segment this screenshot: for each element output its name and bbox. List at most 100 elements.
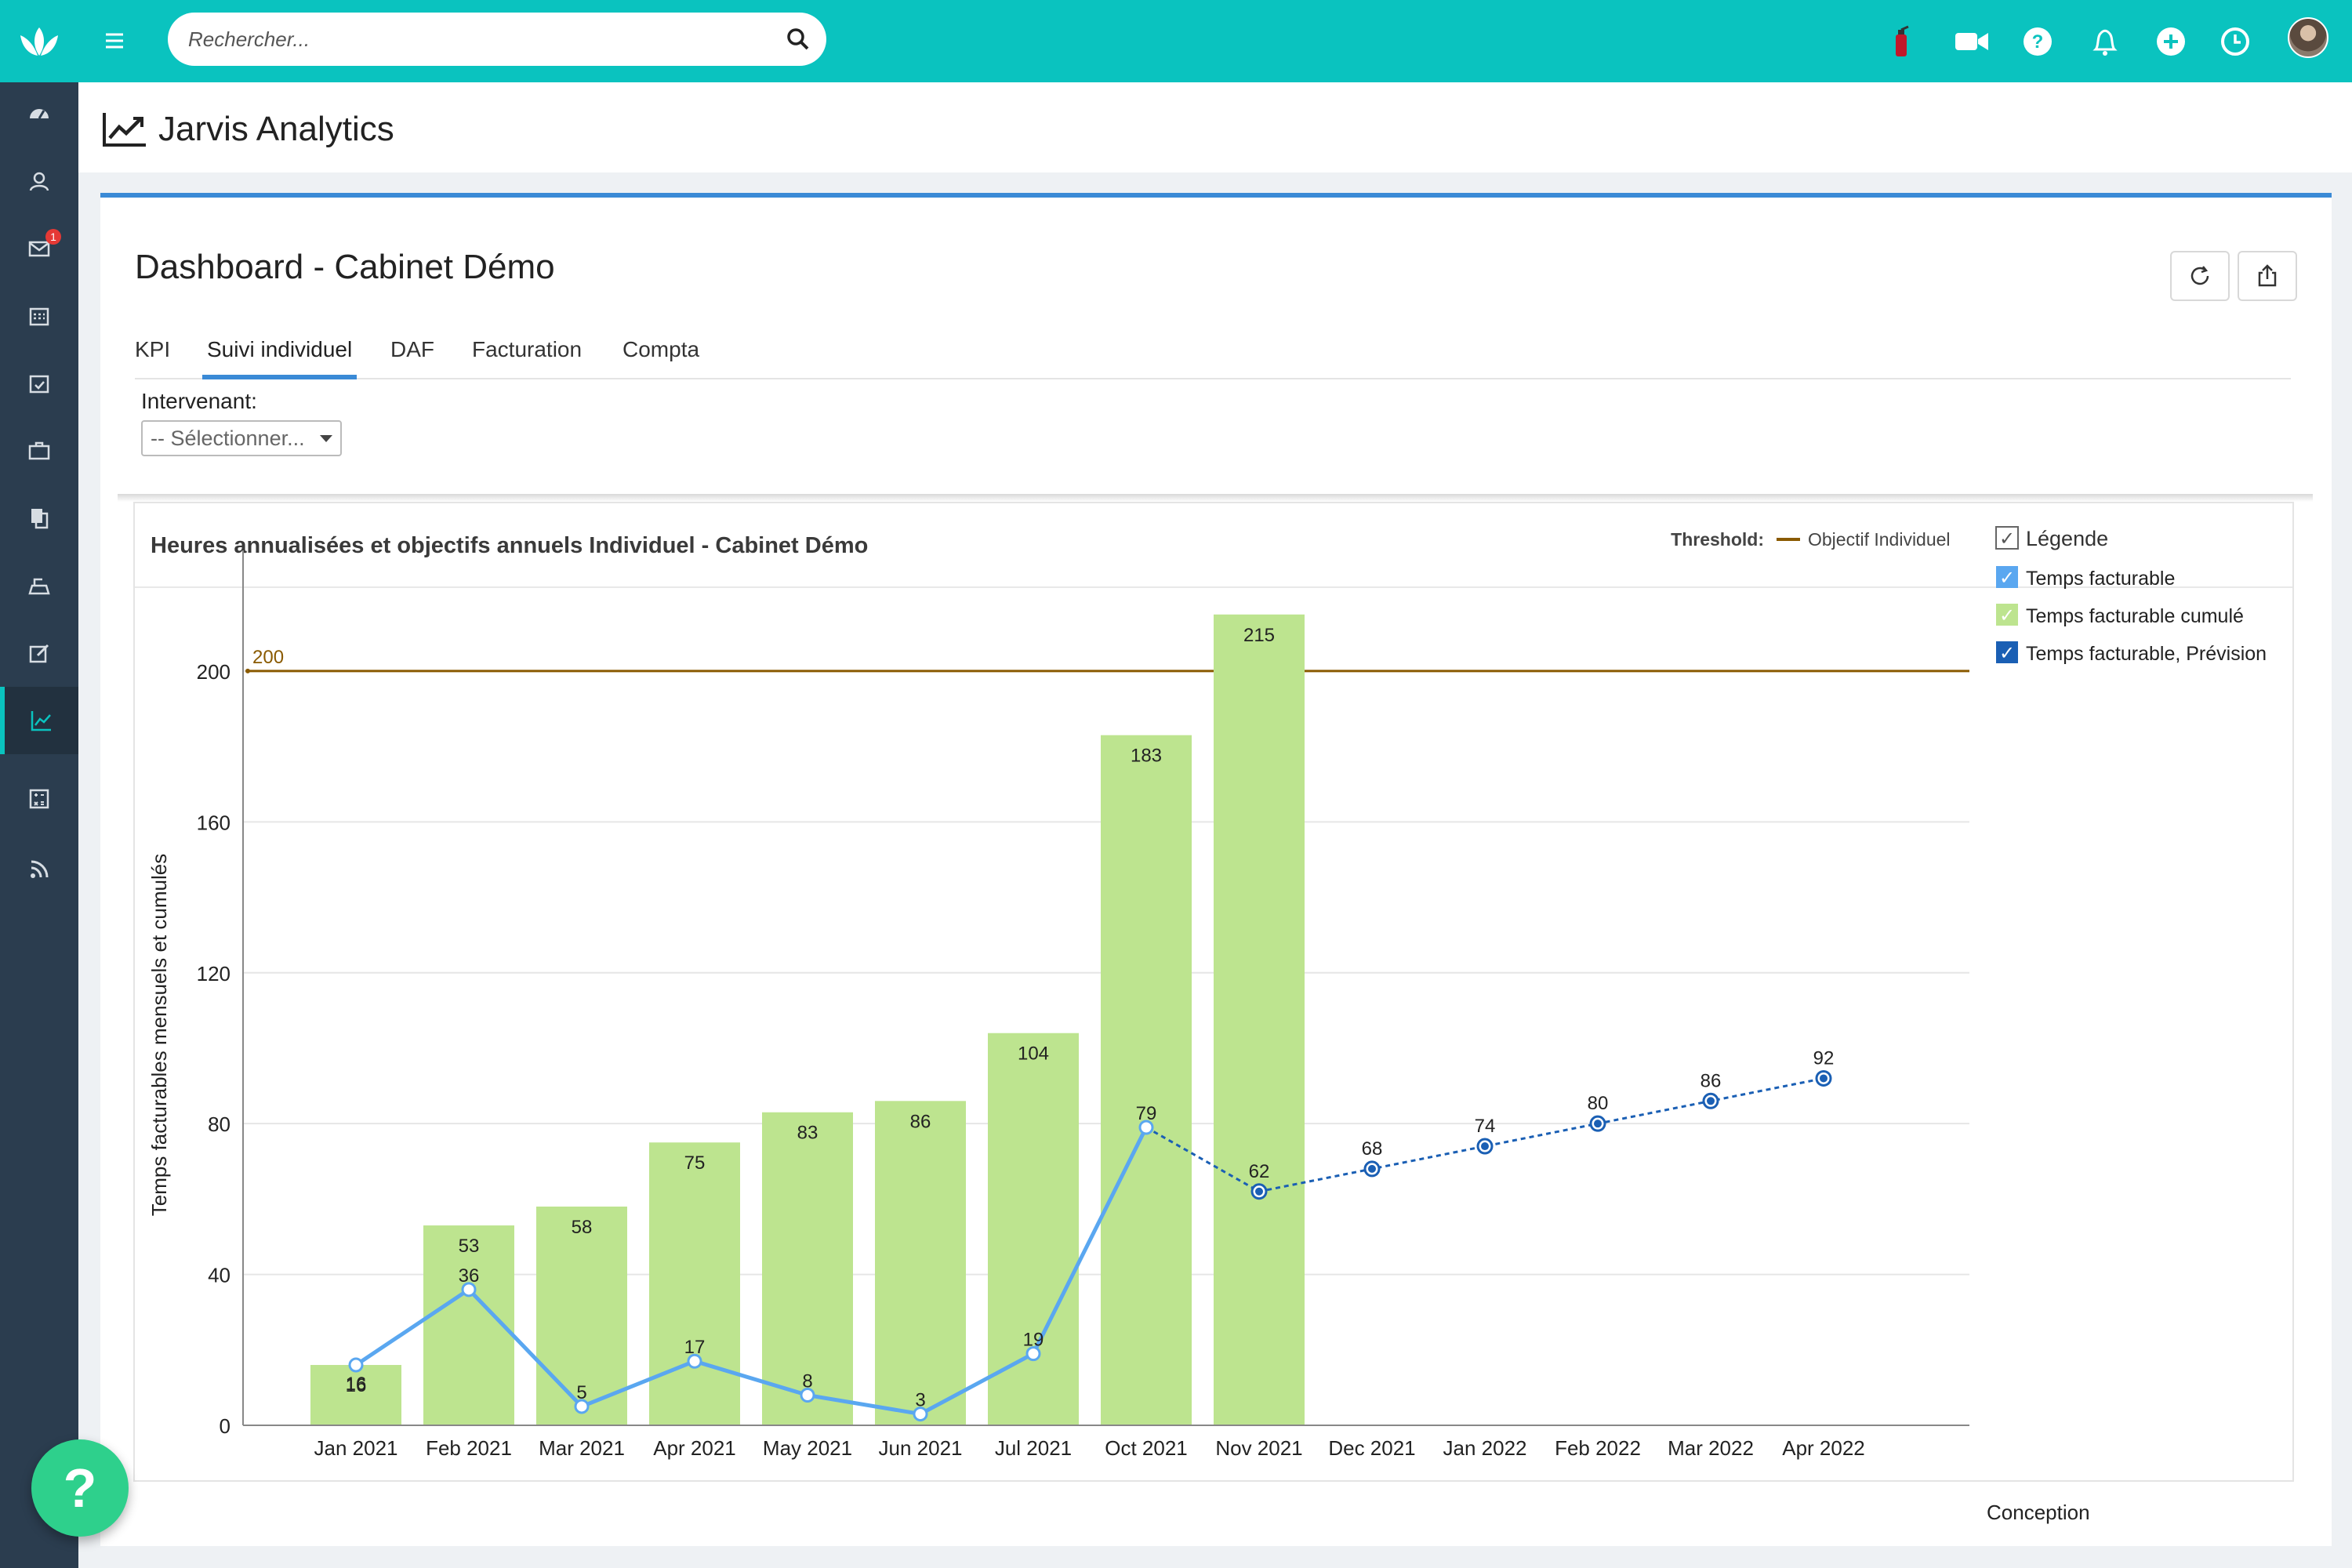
bar-value-label: 75 (684, 1152, 706, 1174)
point-value-label: 79 (1136, 1103, 1157, 1124)
legend-item-label: Temps facturable cumulé (2026, 605, 2244, 627)
refresh-icon (2190, 266, 2209, 285)
sidebar-item-contacts[interactable] (0, 147, 78, 215)
dashboard-title: Dashboard - Cabinet Démo (135, 248, 555, 286)
tab-suivi-individuel[interactable]: Suivi individuel (202, 325, 358, 379)
page-header: Jarvis Analytics (78, 82, 2352, 172)
chart-line-icon (103, 113, 146, 147)
x-tick-label: Oct 2021 (1105, 1436, 1188, 1460)
sidebar-item-billing[interactable] (0, 552, 78, 619)
add-button[interactable] (2151, 22, 2190, 61)
x-tick-label: Mar 2021 (539, 1436, 625, 1460)
forecast-point (1820, 1074, 1828, 1083)
fire-extinguisher-icon (1896, 25, 1909, 56)
intervenant-select[interactable]: -- Sélectionner... (141, 420, 342, 456)
calculator-icon (29, 789, 49, 809)
top-bar: ? (78, 0, 2352, 82)
forecast-value-label: 86 (1700, 1070, 1722, 1091)
x-tick-label: Dec 2021 (1328, 1436, 1415, 1460)
x-tick-label: May 2021 (763, 1436, 852, 1460)
intervenant-label: Intervenant: (141, 389, 257, 413)
section-divider (118, 494, 2313, 502)
share-export-icon (2258, 264, 2277, 287)
chevron-down-icon (320, 435, 332, 442)
forecast-point (1255, 1187, 1263, 1196)
bar-value-label: 86 (910, 1111, 931, 1132)
briefcase-icon (28, 441, 50, 460)
tab-compta[interactable]: Compta (622, 325, 699, 379)
forecast-point (1707, 1097, 1715, 1105)
bar-value-label: 183 (1131, 746, 1162, 767)
notifications-button[interactable] (2085, 22, 2125, 61)
point-value-label: 36 (459, 1265, 480, 1287)
point-value-label: 19 (1023, 1330, 1044, 1351)
forecast-value-label: 92 (1813, 1047, 1835, 1069)
forecast-point (1481, 1142, 1489, 1151)
chart-panel: Heures annualisées et objectifs annuels … (133, 502, 2294, 1482)
export-button[interactable] (2238, 251, 2297, 301)
search-icon[interactable] (784, 25, 812, 53)
edit-icon (29, 644, 49, 663)
check-icon: ✓ (1999, 528, 2015, 550)
help-fab-button[interactable]: ? (31, 1439, 129, 1537)
tab-facturation[interactable]: Facturation (472, 325, 582, 379)
sidebar-item-edit[interactable] (0, 619, 78, 687)
bar-value-label: 58 (572, 1217, 593, 1238)
sidebar-item-calendar[interactable] (0, 282, 78, 350)
y-axis-title: Temps facturables mensuels et cumulés (147, 854, 171, 1216)
search-input[interactable] (188, 13, 768, 66)
help-button[interactable]: ? (2018, 22, 2057, 61)
conception-label: Conception (1987, 1501, 2090, 1524)
sidebar-item-calculator[interactable] (0, 765, 78, 833)
bar-value-label: 215 (1243, 625, 1275, 646)
y-tick-label: 0 (220, 1414, 230, 1438)
y-tick-label: 40 (208, 1264, 230, 1287)
sidebar-item-feed[interactable] (0, 836, 78, 903)
sidebar-item-dashboard[interactable] (0, 80, 78, 147)
intervenant-select-value: -- Sélectionner... (151, 426, 305, 450)
search-box (168, 13, 826, 66)
forecast-value-label: 80 (1588, 1093, 1609, 1114)
sidebar-item-messages[interactable]: 1 (0, 215, 78, 282)
x-tick-label: Jun 2021 (879, 1436, 963, 1460)
data-point (348, 1357, 364, 1373)
app-logo[interactable] (0, 0, 78, 82)
point-value-label: 5 (576, 1382, 586, 1403)
fire-extinguisher-button[interactable] (1882, 22, 1921, 61)
x-tick-label: Nov 2021 (1215, 1436, 1302, 1460)
unread-badge: 1 (45, 229, 61, 245)
legend-item-label: Temps facturable (2026, 568, 2175, 590)
avatar[interactable] (2288, 17, 2328, 58)
point-value-label: 3 (915, 1390, 925, 1411)
y-tick-label: 80 (208, 1112, 230, 1136)
threshold-legend-label: Threshold: (1671, 529, 1764, 550)
time-tracker-button[interactable] (2216, 22, 2255, 61)
x-tick-label: Jul 2021 (995, 1436, 1072, 1460)
video-call-button[interactable] (1952, 22, 1991, 61)
tab-daf[interactable]: DAF (390, 325, 434, 379)
tab-kpi[interactable]: KPI (135, 325, 170, 379)
sidebar-item-cases[interactable] (0, 417, 78, 485)
check-icon: ✓ (1999, 568, 2015, 589)
page-title: Jarvis Analytics (102, 106, 394, 153)
x-tick-label: Jan 2021 (314, 1436, 398, 1460)
y-tick-label: 120 (197, 962, 230, 985)
check-icon: ✓ (1999, 605, 2015, 626)
calendar-icon (29, 307, 49, 326)
sidebar-item-documents[interactable] (0, 485, 78, 552)
app-title: Jarvis Analytics (158, 110, 394, 148)
point-value-label: 16 (346, 1374, 367, 1395)
clock-icon (2221, 27, 2249, 56)
check-icon: ✓ (1999, 643, 2015, 664)
legend-title: Légende (2026, 527, 2108, 550)
menu-toggle-button[interactable] (99, 25, 130, 56)
bar (988, 1033, 1079, 1425)
bar (1214, 614, 1305, 1425)
refresh-button[interactable] (2170, 251, 2230, 301)
y-tick-label: 200 (197, 660, 230, 684)
x-tick-label: Mar 2022 (1668, 1436, 1754, 1460)
bar-value-label: 104 (1018, 1044, 1049, 1065)
point-value-label: 8 (802, 1371, 812, 1392)
sidebar-item-tasks[interactable] (0, 350, 78, 417)
sidebar-item-analytics[interactable] (0, 687, 78, 754)
